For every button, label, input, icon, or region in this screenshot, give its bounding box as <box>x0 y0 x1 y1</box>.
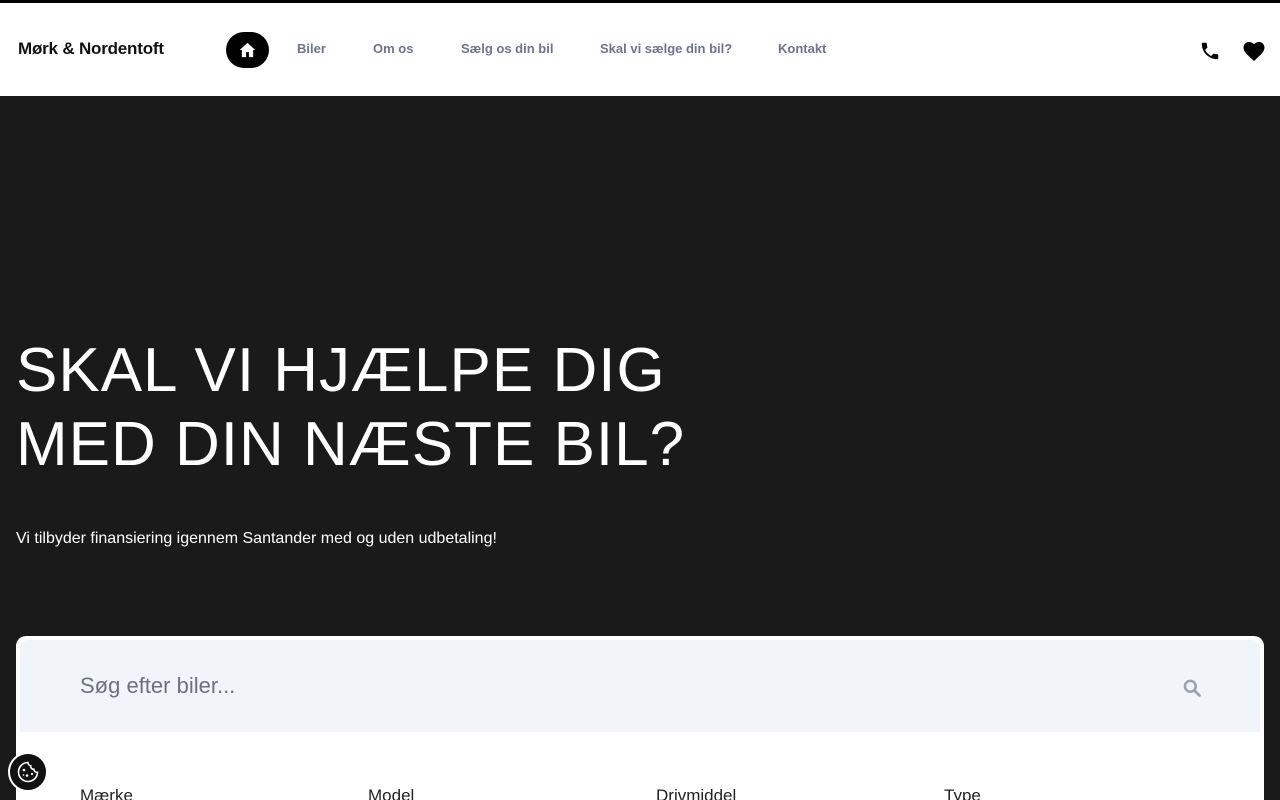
hero-subtitle: Vi tilbyder finansiering igennem Santand… <box>16 530 497 547</box>
site-logo[interactable]: Mørk & Nordentoft <box>18 39 164 59</box>
cookie-settings-button[interactable] <box>8 752 48 792</box>
cookie-icon <box>17 761 39 783</box>
search-icon[interactable] <box>1182 678 1202 698</box>
filter-label-model: Model <box>368 786 415 800</box>
hero-title-line-1: SKAL VI HJÆLPE DIG <box>16 336 666 405</box>
nav-link-biler[interactable]: Biler <box>297 41 326 56</box>
nav-link-kontakt[interactable]: Kontakt <box>778 41 826 56</box>
nav-link-skal-vi-saelge-din-bil[interactable]: Skal vi sælge din bil? <box>600 41 732 56</box>
heart-icon[interactable] <box>1242 40 1266 62</box>
nav-home-button[interactable] <box>226 32 269 68</box>
nav-link-om-os[interactable]: Om os <box>373 41 413 56</box>
filter-label-drivmiddel: Drivmiddel <box>656 786 737 800</box>
filter-label-maerke: Mærke <box>80 786 133 800</box>
phone-icon[interactable] <box>1199 40 1221 62</box>
search-bar <box>20 640 1260 732</box>
top-navigation-bar: Mørk & Nordentoft Biler Om os Sælg os di… <box>0 0 1280 96</box>
filter-label-type: Type <box>944 786 981 800</box>
nav-link-saelg-os-din-bil[interactable]: Sælg os din bil <box>461 41 553 56</box>
hero-title-line-2: MED DIN NÆSTE BIL? <box>16 410 686 479</box>
home-icon <box>239 42 256 58</box>
hero-title: SKAL VI HJÆLPE DIG MED DIN NÆSTE BIL? <box>16 334 685 482</box>
search-input[interactable] <box>80 668 1160 704</box>
car-search-panel: Mærke Model Drivmiddel Type <box>16 636 1264 800</box>
